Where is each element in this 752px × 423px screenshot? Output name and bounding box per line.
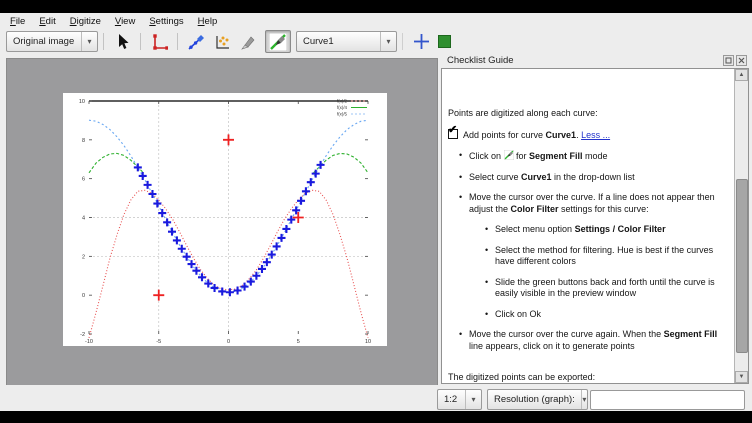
- color-picker-tool-button[interactable]: [235, 30, 261, 53]
- graph-image[interactable]: -10 -5 0 5 10 10 8 6 4 2 0 -2 f(x)/2f(x)/4 f(x)/5: [63, 93, 387, 346]
- scrollbar-up-arrow-icon[interactable]: ▲: [735, 69, 748, 81]
- resolution-combo[interactable]: Resolution (graph): ▾: [487, 389, 588, 410]
- point-match-tool-button[interactable]: [209, 30, 235, 53]
- curve-color-swatch-icon: [438, 35, 451, 48]
- svg-text:0: 0: [82, 293, 85, 299]
- toolbar-separator: [140, 33, 141, 50]
- checklist-bullet-item: Select the method for filtering. Hue is …: [448, 245, 728, 268]
- curve-point-icon: [187, 33, 205, 51]
- scrollbar-thumb[interactable]: [736, 179, 748, 353]
- checklist-bullet-item: Move the cursor over the curve. If a lin…: [448, 192, 728, 215]
- menu-item-file[interactable]: File: [10, 15, 33, 28]
- bottom-black-bar: [0, 411, 752, 423]
- status-bar: 1:2 ▾ Resolution (graph): ▾: [0, 385, 752, 411]
- curve-color-indicator: [434, 30, 454, 53]
- segment-fill-icon: [269, 33, 287, 51]
- close-icon: [738, 57, 745, 64]
- pencil-icon: [240, 34, 256, 50]
- menu-item-help[interactable]: Help: [198, 15, 226, 28]
- status-value-input[interactable]: [590, 390, 745, 410]
- checklist-bullet-item: Select menu option Settings / Color Filt…: [448, 224, 728, 236]
- checklist-bullet-item: Slide the green buttons back and forth u…: [448, 277, 728, 300]
- svg-text:f(x)/2: f(x)/2: [337, 99, 348, 104]
- zoom-value: 1:2: [438, 394, 465, 405]
- svg-text:-10: -10: [85, 339, 93, 345]
- checklist-bullet-item: Click on Ok: [448, 309, 728, 321]
- segment-fill-icon: [504, 151, 514, 161]
- checklist-guide-panel: Points are digitized along each curve: Ad…: [441, 68, 749, 384]
- digitized-graph[interactable]: -10 -5 0 5 10 10 8 6 4 2 0 -2 f(x)/2f(x)/4 f(x)/5: [63, 93, 387, 346]
- svg-text:6: 6: [82, 177, 85, 183]
- float-icon: [725, 57, 732, 64]
- checklist-content: Points are digitized along each curve: Ad…: [448, 69, 728, 384]
- menu-item-digitize[interactable]: Digitize: [70, 15, 109, 28]
- toolbar-separator: [103, 33, 104, 50]
- segment-fill-tool-button[interactable]: [265, 30, 291, 53]
- toolbar-separator: [402, 33, 403, 50]
- svg-text:4: 4: [82, 216, 85, 222]
- chevron-down-icon: ▾: [81, 32, 97, 51]
- svg-text:0: 0: [227, 339, 230, 345]
- chevron-down-icon: ▾: [581, 390, 587, 409]
- curve-point-tool-button[interactable]: [183, 30, 209, 53]
- checklist-paragraph: The digitized points can be exported:: [448, 372, 728, 384]
- scrollbar[interactable]: ▲ ▼: [734, 69, 748, 383]
- svg-text:2: 2: [82, 254, 85, 260]
- svg-text:10: 10: [79, 99, 85, 105]
- point-style-indicator: [408, 30, 434, 53]
- axis-point-icon: [150, 33, 168, 51]
- svg-text:-2: -2: [80, 332, 85, 338]
- svg-text:5: 5: [297, 339, 300, 345]
- checklist-paragraph: Points are digitized along each curve:: [448, 108, 728, 120]
- panel-float-button[interactable]: [723, 55, 734, 66]
- document-canvas: -10 -5 0 5 10 10 8 6 4 2 0 -2 f(x)/2f(x)/4 f(x)/5: [6, 58, 438, 386]
- background-selector-value: Original image: [7, 36, 81, 47]
- toolbar-separator: [177, 33, 178, 50]
- cursor-arrow-icon: [115, 33, 130, 50]
- svg-text:f(x)/5: f(x)/5: [337, 112, 348, 117]
- svg-text:10: 10: [365, 339, 371, 345]
- svg-text:-5: -5: [156, 339, 161, 345]
- background-selector-combo[interactable]: Original image ▾: [6, 31, 98, 52]
- scrollbar-down-arrow-icon[interactable]: ▼: [735, 371, 748, 383]
- select-tool-button[interactable]: [109, 30, 135, 53]
- menu-item-settings[interactable]: Settings: [149, 15, 191, 28]
- curve-selector-value: Curve1: [297, 36, 380, 47]
- checkbox-checked-icon[interactable]: [448, 129, 458, 139]
- top-black-bar: [0, 0, 752, 13]
- chevron-down-icon: ▾: [380, 32, 396, 51]
- checklist-task: Add points for curve Curve1. Less ...: [448, 129, 728, 142]
- resolution-value: Resolution (graph):: [488, 394, 581, 405]
- curve-selector-combo[interactable]: Curve1 ▾: [296, 31, 397, 52]
- checklist-bullet-item: Click on for Segment Fill mode: [448, 150, 728, 163]
- panel-title: Checklist Guide: [447, 55, 514, 66]
- panel-close-button[interactable]: [736, 55, 747, 66]
- checklist-link[interactable]: Less ...: [581, 130, 610, 140]
- engauge-digitizer-window: File Edit Digitize View Settings Help Origina…: [0, 0, 752, 423]
- point-match-icon: [213, 33, 231, 51]
- checklist-bullet-item: Select curve Curve1 in the drop-down lis…: [448, 172, 728, 184]
- zoom-combo[interactable]: 1:2 ▾: [437, 389, 482, 410]
- checklist-bullet-item: Move the cursor over the curve again. Wh…: [448, 329, 728, 352]
- menu-item-edit[interactable]: Edit: [39, 15, 63, 28]
- menu-item-view[interactable]: View: [115, 15, 143, 28]
- toolbar: Original image ▾: [0, 29, 752, 54]
- chevron-down-icon: ▾: [465, 390, 481, 409]
- menubar: File Edit Digitize View Settings Help: [0, 13, 752, 29]
- svg-text:f(x)/4: f(x)/4: [337, 105, 348, 110]
- cross-point-style-icon: [413, 33, 430, 50]
- axis-point-tool-button[interactable]: [146, 30, 172, 53]
- svg-text:8: 8: [82, 138, 85, 144]
